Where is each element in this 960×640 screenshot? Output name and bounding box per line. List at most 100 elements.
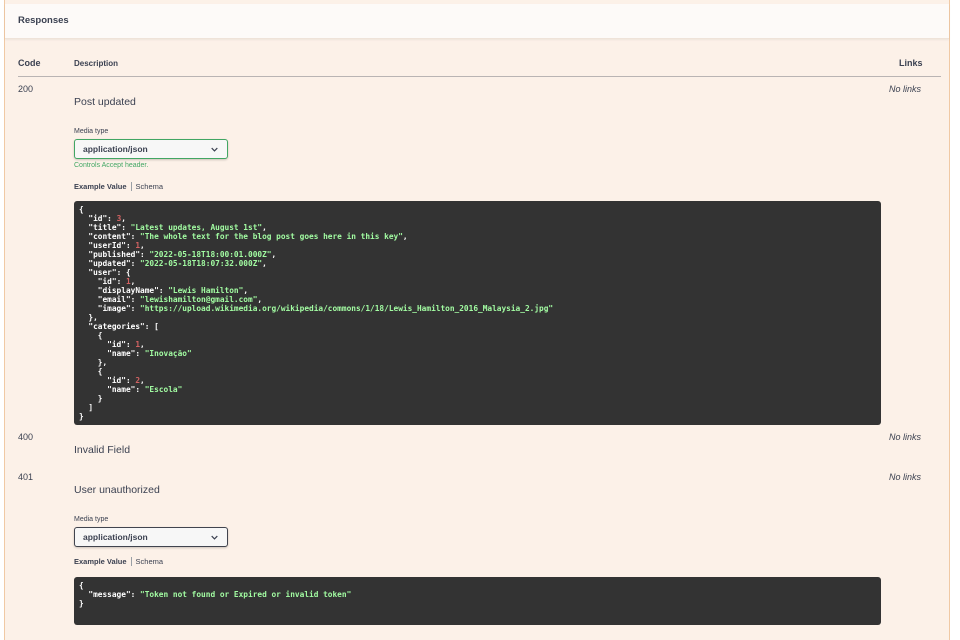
json-token: : [125,241,136,250]
json-token: : [121,223,131,232]
json-token: : [135,385,145,394]
json-token: "Latest updates, August 1st" [130,223,263,232]
tab-separator [130,182,132,191]
responses-header: Responses [5,4,949,39]
json-token: "content" [88,232,131,241]
json-token: }, [79,313,98,322]
json-token: , [262,259,267,268]
json-token: , [140,340,145,349]
json-token: { [79,581,84,590]
json-token: : [130,232,141,241]
json-token: { [79,367,103,376]
json-token: } [79,412,84,421]
tab-schema[interactable]: Schema [136,557,164,566]
json-token: "id" [97,277,117,286]
media-type-value: application/json [83,532,148,542]
json-token: { [79,331,103,340]
response-links-401: No links [888,472,921,482]
tab-example-value[interactable]: Example Value [74,557,127,566]
json-token: "name" [107,385,136,394]
response-code-400: 400 [18,432,34,442]
example-tabs-200: Example Value Schema [74,182,163,191]
example-code-block-401[interactable]: { "message": "Token not found or Expired… [74,577,881,625]
accept-header-note: Controls Accept header. [74,162,149,169]
json-token: "name" [107,349,136,358]
json-token: "Lewis Hamilton" [168,286,244,295]
json-token: : [116,277,126,286]
example-tabs-401: Example Value Schema [74,557,163,566]
response-description-400: Invalid Field [74,444,131,456]
json-token: "https://upload.wikimedia.org/wikipedia/… [140,304,554,313]
json-token: , [271,250,277,259]
json-token: , [140,376,145,385]
json-token: "Escola" [144,385,183,394]
media-type-select-401[interactable]: application/json [74,527,228,547]
tab-schema[interactable]: Schema [136,182,164,191]
chevron-down-icon [211,147,218,152]
json-token: : [ [144,322,159,331]
json-token: : [140,250,150,259]
json-token: "image" [97,304,131,313]
json-token: : { [116,268,131,277]
responses-panel: Responses Code Description Links 200 No … [4,0,950,640]
json-token: : [158,286,169,295]
json-token: "2022-05-18T18:07:32.000Z" [140,259,263,268]
json-token: "lewishamilton@gmail.com" [140,295,258,304]
json-token: "published" [88,250,141,259]
example-code-block-200[interactable]: { "id": 3, "title": "Latest updates, Aug… [74,201,881,425]
media-type-select-200[interactable]: application/json [74,139,228,159]
tab-separator [130,557,132,566]
response-code-200: 200 [18,84,34,94]
json-token: : [135,349,145,358]
json-token: { [79,205,84,214]
json-token: , [262,223,267,232]
json-token: , [130,277,136,286]
json-token: , [257,295,263,304]
response-links-400: No links [888,432,921,442]
media-type-label-200: Media type [74,128,109,135]
json-token: }, [79,358,108,367]
response-description-200: Post updated [74,96,136,108]
json-token: "2022-05-18T18:00:01.000Z" [149,250,272,259]
column-header-description: Description [74,59,119,68]
json-token: } [79,599,84,608]
example-json-200: { "id": 3, "title": "Latest updates, Aug… [79,205,553,421]
json-token: "categories" [88,322,145,331]
response-description-401: User unauthorized [74,484,160,496]
json-token: : [130,295,141,304]
json-token: , [140,241,145,250]
responses-title: Responses [18,15,69,26]
chevron-down-icon [211,535,218,540]
column-header-links: Links [899,58,923,68]
tab-example-value[interactable]: Example Value [74,182,127,191]
json-token: "email" [97,295,131,304]
json-token: "message" [88,590,131,599]
json-token: } [79,394,103,403]
json-token: "Token not found or Expired or invalid t… [140,590,352,599]
json-token: : [125,340,136,349]
json-token: "userId" [88,241,126,250]
json-token: , [121,214,126,223]
json-token: : [125,376,136,385]
json-token: "The whole text for the blog post goes h… [140,232,403,241]
header-divider [18,76,941,77]
json-token: "title" [88,223,122,232]
response-links-200: No links [888,84,921,94]
json-token: ] [79,403,94,412]
